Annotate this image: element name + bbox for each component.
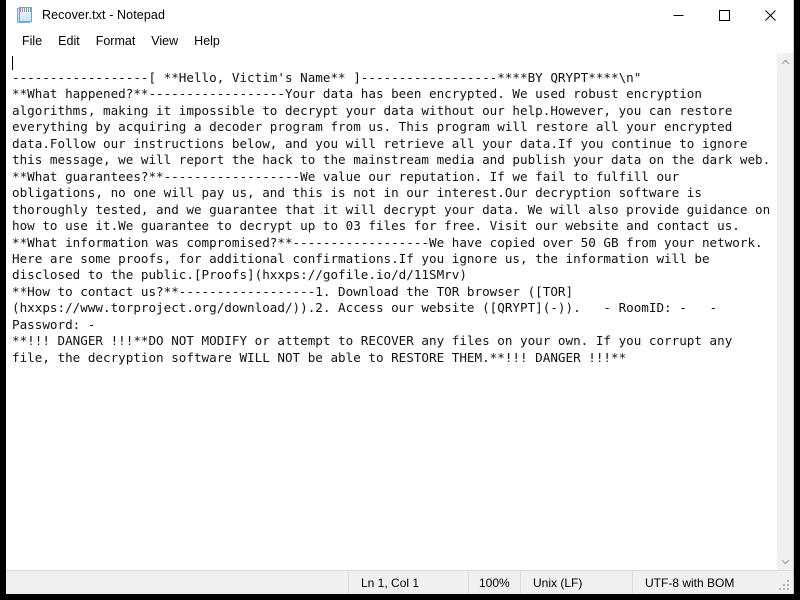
scroll-down-icon <box>781 559 789 564</box>
status-spacer <box>6 571 348 594</box>
title-bar[interactable]: Recover.txt - Notepad <box>6 0 793 30</box>
menu-item-format[interactable]: Format <box>88 32 144 51</box>
text-editor[interactable]: ------------------[ **Hello, Victim's Na… <box>6 53 776 570</box>
window-title: Recover.txt - Notepad <box>42 8 165 22</box>
scroll-up-button[interactable] <box>777 53 793 70</box>
close-button[interactable] <box>747 0 793 30</box>
status-line-column: Ln 1, Col 1 <box>348 571 468 594</box>
menu-item-help[interactable]: Help <box>186 32 228 51</box>
menu-item-file[interactable]: File <box>14 32 50 51</box>
notepad-window: Recover.txt - Notepad File Edit Format V… <box>6 0 794 594</box>
editor-area: ------------------[ **Hello, Victim's Na… <box>6 52 793 570</box>
resize-grip[interactable] <box>775 571 793 594</box>
scroll-up-icon <box>781 59 789 64</box>
minimize-button[interactable] <box>655 0 701 30</box>
close-icon <box>764 9 776 21</box>
status-bar: Ln 1, Col 1 100% Unix (LF) UTF-8 with BO… <box>6 570 793 594</box>
maximize-icon <box>718 9 730 21</box>
menu-item-view[interactable]: View <box>143 32 186 51</box>
notepad-icon <box>16 6 33 24</box>
status-zoom-level[interactable]: 100% <box>468 571 520 594</box>
menu-item-edit[interactable]: Edit <box>50 32 88 51</box>
menu-bar: File Edit Format View Help <box>6 30 793 52</box>
status-line-ending[interactable]: Unix (LF) <box>520 571 632 594</box>
resize-grip-dots <box>779 580 790 591</box>
window-controls <box>655 0 793 30</box>
maximize-button[interactable] <box>701 0 747 30</box>
vertical-scrollbar[interactable] <box>776 53 793 570</box>
minimize-icon <box>673 14 683 16</box>
status-encoding[interactable]: UTF-8 with BOM <box>632 571 775 594</box>
text-caret <box>12 56 13 70</box>
document-text[interactable]: ------------------[ **Hello, Victim's Na… <box>12 53 776 366</box>
scroll-down-button[interactable] <box>777 553 793 570</box>
scrollbar-track[interactable] <box>777 70 793 553</box>
